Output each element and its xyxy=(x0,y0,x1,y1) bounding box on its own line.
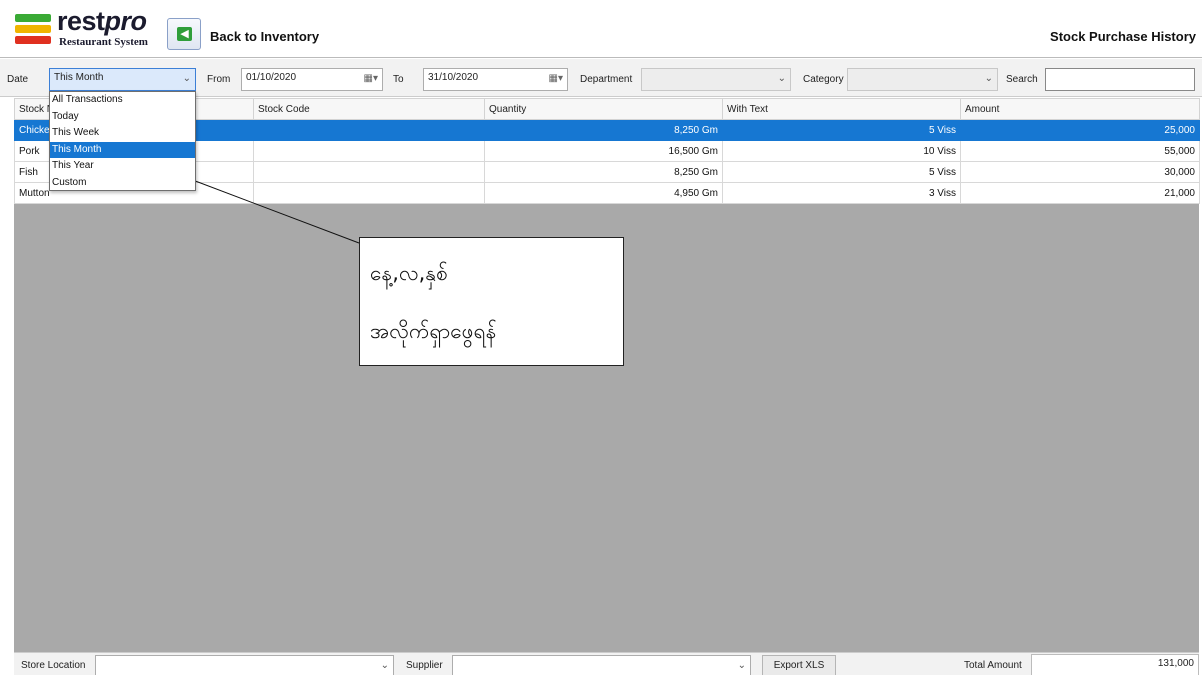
callout-line-2: အလိုက်ရှာဖွေရန် xyxy=(370,319,497,343)
page-title: Stock Purchase History xyxy=(1050,29,1196,44)
restpro-logo: restpro Restaurant System xyxy=(15,6,165,50)
logo-text: restpro xyxy=(57,6,147,36)
export-xls-button[interactable]: Export XLS xyxy=(762,655,836,675)
to-label: To xyxy=(393,74,404,85)
cell-quantity: 8,250 Gm xyxy=(484,119,723,141)
from-label: From xyxy=(207,74,231,85)
callout-line-1: နေ့,လ,နှစ် xyxy=(370,261,448,285)
cell-quantity: 16,500 Gm xyxy=(484,140,723,162)
department-select[interactable]: ⌄ xyxy=(641,68,791,91)
total-amount-value: 131,000 xyxy=(1031,654,1199,675)
supplier-select[interactable]: ⌄ xyxy=(452,655,751,675)
search-label: Search xyxy=(1006,74,1038,85)
footer-bar: Store Location ⌄ Supplier ⌄ Export XLS T… xyxy=(14,652,1199,675)
store-location-select[interactable]: ⌄ xyxy=(95,655,394,675)
date-option-all-transactions[interactable]: All Transactions xyxy=(50,92,195,109)
date-option-this-year[interactable]: This Year xyxy=(50,158,195,175)
cell-stock-code xyxy=(253,119,485,141)
calendar-icon[interactable]: ▦▾ xyxy=(364,73,378,84)
date-label: Date xyxy=(7,74,29,85)
back-to-inventory-label[interactable]: Back to Inventory xyxy=(210,29,319,44)
cell-with-text: 3 Viss xyxy=(722,182,961,204)
cell-stock-code xyxy=(253,140,485,162)
to-date-value: 31/10/2020 xyxy=(428,72,479,83)
cell-quantity: 8,250 Gm xyxy=(484,161,723,183)
date-option-today[interactable]: Today xyxy=(50,109,195,126)
cell-amount: 30,000 xyxy=(960,161,1200,183)
date-option-this-month[interactable]: This Month xyxy=(50,141,195,158)
search-input[interactable] xyxy=(1045,68,1195,91)
cell-amount: 21,000 xyxy=(960,182,1200,204)
store-location-label: Store Location xyxy=(21,660,86,671)
chevron-down-icon: ⌄ xyxy=(737,660,746,671)
to-date-picker[interactable]: 31/10/2020 ▦▾ xyxy=(423,68,568,91)
column-header-with-text[interactable]: With Text xyxy=(722,98,961,120)
cell-amount: 55,000 xyxy=(960,140,1200,162)
cell-stock-code xyxy=(253,161,485,183)
cell-with-text: 10 Viss xyxy=(722,140,961,162)
from-date-value: 01/10/2020 xyxy=(246,72,297,83)
chevron-down-icon: ⌄ xyxy=(777,73,786,84)
cell-stock-code xyxy=(253,182,485,204)
calendar-icon[interactable]: ▦▾ xyxy=(549,73,563,84)
date-filter-select[interactable]: This Month ⌄ xyxy=(49,68,196,91)
supplier-label: Supplier xyxy=(406,660,443,671)
cell-with-text: 5 Viss xyxy=(722,161,961,183)
category-label: Category xyxy=(803,74,844,85)
from-date-picker[interactable]: 01/10/2020 ▦▾ xyxy=(241,68,383,91)
chevron-down-icon: ⌄ xyxy=(182,73,191,84)
app-header: restpro Restaurant System ◀ Back to Inve… xyxy=(0,0,1202,58)
cell-quantity: 4,950 Gm xyxy=(484,182,723,204)
back-button[interactable]: ◀ xyxy=(167,18,201,50)
category-select[interactable]: ⌄ xyxy=(847,68,998,91)
date-filter-value: This Month xyxy=(54,72,104,83)
chevron-down-icon: ⌄ xyxy=(380,660,389,671)
logo-subtitle: Restaurant System xyxy=(59,36,148,48)
department-label: Department xyxy=(580,74,633,85)
date-option-this-week[interactable]: This Week xyxy=(50,125,195,142)
cell-with-text: 5 Viss xyxy=(722,119,961,141)
cell-amount: 25,000 xyxy=(960,119,1200,141)
chevron-down-icon: ⌄ xyxy=(984,73,993,84)
column-header-quantity[interactable]: Quantity xyxy=(484,98,723,120)
column-header-amount[interactable]: Amount xyxy=(960,98,1200,120)
back-arrow-icon: ◀ xyxy=(177,27,192,41)
annotation-callout: နေ့,လ,နှစ် အလိုက်ရှာဖွေရန် xyxy=(359,237,624,366)
date-option-custom[interactable]: Custom xyxy=(50,175,195,192)
date-filter-options: All Transactions Today This Week This Mo… xyxy=(49,91,196,191)
column-header-stock-code[interactable]: Stock Code xyxy=(253,98,485,120)
logo-mark-icon xyxy=(15,14,51,46)
total-amount-label: Total Amount xyxy=(964,660,1022,671)
